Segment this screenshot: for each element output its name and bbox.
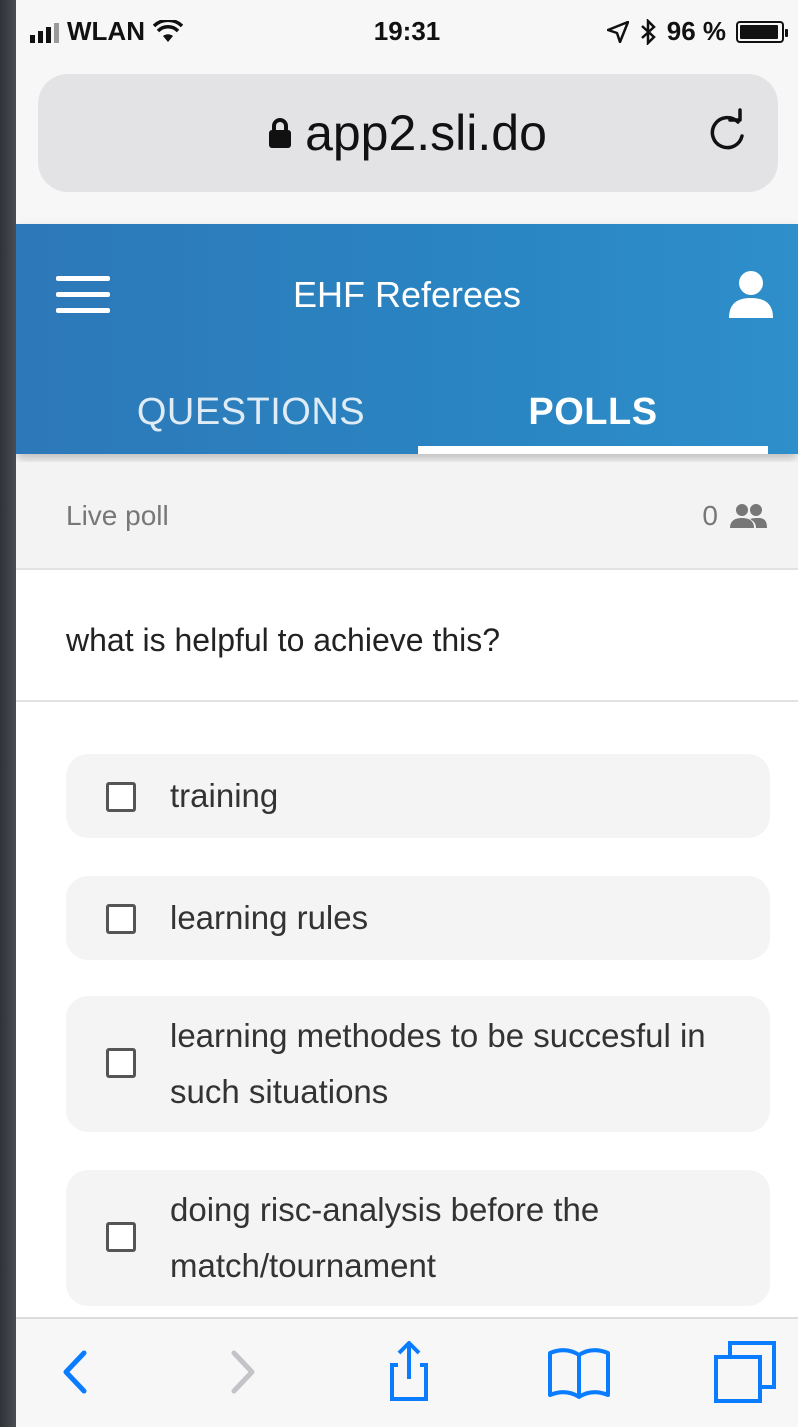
question-text: what is helpful to achieve this? <box>66 622 501 658</box>
battery-percent: 96 % <box>666 16 726 46</box>
device-edge <box>0 0 16 1427</box>
option-checkbox[interactable] <box>106 782 136 812</box>
reload-icon[interactable] <box>702 108 752 158</box>
poll-option-training[interactable]: training <box>66 754 770 838</box>
poll-option-risc-analysis[interactable]: doing risc-analysis before the match/tou… <box>66 1170 770 1306</box>
active-tab-indicator <box>418 446 768 454</box>
lock-icon <box>269 118 292 148</box>
option-label: learning methodes to be succesful in suc… <box>170 1017 706 1110</box>
poll-question: what is helpful to achieve this? <box>16 572 798 702</box>
address-text-wrap: app2.sli.do <box>38 74 778 192</box>
people-icon <box>730 504 767 528</box>
tab-questions[interactable]: QUESTIONS <box>76 370 426 454</box>
bookmarks-icon[interactable] <box>546 1339 612 1405</box>
battery-icon <box>736 20 788 43</box>
browser-address-area: app2.sli.do <box>16 64 798 224</box>
address-bar[interactable]: app2.sli.do <box>38 74 778 192</box>
location-arrow-icon <box>606 20 629 43</box>
status-right: 96 % <box>606 16 788 47</box>
user-icon[interactable] <box>728 270 774 320</box>
bluetooth-icon <box>640 18 656 45</box>
status-bar: WLAN 19:31 96 % <box>16 0 798 64</box>
battery-fill <box>740 24 779 39</box>
participant-count: 0 <box>702 500 718 531</box>
browser-toolbar <box>16 1317 798 1427</box>
option-label: doing risc-analysis before the match/tou… <box>170 1191 600 1284</box>
live-poll-bar: Live poll 0 <box>16 462 798 570</box>
poll-option-learning-rules[interactable]: learning rules <box>66 876 770 960</box>
app-header: EHF Referees QUESTIONS POLLS <box>16 224 798 454</box>
option-checkbox[interactable] <box>106 1048 136 1078</box>
share-icon[interactable] <box>376 1339 442 1405</box>
phone-screen: WLAN 19:31 96 % app2.sli.do EHF Referees… <box>16 0 798 1427</box>
forward-icon[interactable] <box>210 1339 276 1405</box>
back-icon[interactable] <box>42 1339 108 1405</box>
tabs: QUESTIONS POLLS <box>16 370 798 454</box>
event-title: EHF Referees <box>292 274 522 315</box>
tabs-icon[interactable] <box>712 1339 778 1405</box>
poll-option-learning-methodes[interactable]: learning methodes to be succesful in suc… <box>66 996 770 1132</box>
url-text: app2.sli.do <box>305 105 547 161</box>
tab-polls[interactable]: POLLS <box>418 370 768 454</box>
option-label: training <box>170 777 279 814</box>
live-poll-label: Live poll <box>66 500 169 531</box>
option-checkbox[interactable] <box>106 904 136 934</box>
option-checkbox[interactable] <box>106 1222 136 1252</box>
option-label: learning rules <box>170 899 369 936</box>
